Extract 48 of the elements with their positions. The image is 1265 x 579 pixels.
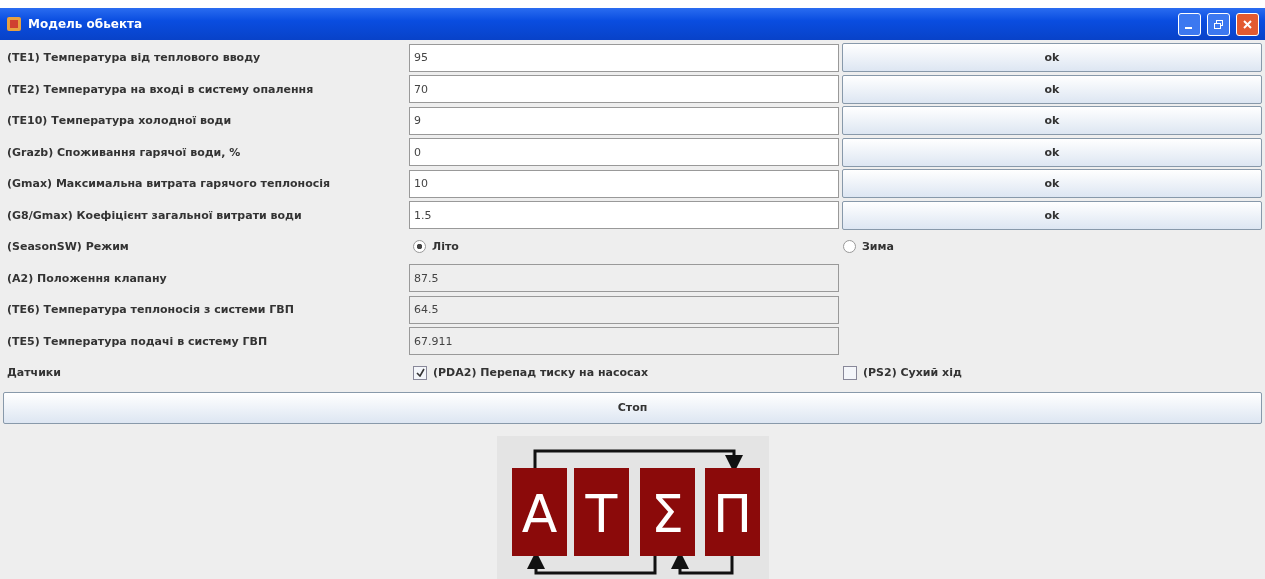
minimize-button[interactable] — [1178, 12, 1201, 36]
window-title: Модель обьекта — [28, 17, 144, 31]
input-field[interactable]: 1.5 — [409, 201, 839, 230]
restore-icon — [1213, 18, 1224, 30]
ok-button[interactable]: ok — [842, 169, 1262, 199]
checkbox-option[interactable]: (PDA2) Перепад тиску на насосах — [409, 365, 839, 380]
radio-option[interactable]: Зима — [839, 240, 1262, 254]
field-label: Датчики — [6, 366, 63, 380]
close-icon — [1242, 18, 1253, 30]
field-label: (TE2) Температура на вході в систему опалення — [6, 82, 315, 96]
logo-letter: П — [712, 483, 752, 544]
ok-button[interactable]: ok — [842, 200, 1262, 230]
readonly-field[interactable]: 64.5 — [409, 295, 839, 324]
checkbox[interactable] — [413, 365, 427, 380]
readonly-field[interactable]: 87.5 — [409, 264, 839, 293]
close-button[interactable] — [1236, 12, 1259, 36]
app-icon — [6, 16, 22, 32]
ok-button[interactable]: ok — [842, 106, 1262, 136]
field-label: (A2) Положення клапану — [6, 271, 168, 285]
field-label: (SeasonSW) Режим — [6, 240, 130, 254]
ok-button[interactable]: ok — [842, 137, 1262, 167]
logo-letter: Т — [585, 483, 617, 544]
minimize-icon — [1184, 27, 1192, 29]
radio-button[interactable] — [843, 240, 856, 254]
input-field[interactable]: 95 — [409, 43, 839, 72]
checkmark-icon — [415, 368, 425, 378]
input-field[interactable]: 10 — [409, 169, 839, 198]
field-label: (TE1) Температура від теплового вводу — [6, 51, 262, 65]
input-field[interactable]: 70 — [409, 75, 839, 104]
field-label: (TE5) Температура подачі в систему ГВП — [6, 334, 269, 348]
maximize-button[interactable] — [1207, 12, 1230, 36]
ok-button[interactable]: ok — [842, 74, 1262, 104]
field-label: (Grazb) Споживання гарячої води, % — [6, 145, 242, 159]
checkbox-option[interactable]: (PS2) Сухий хід — [839, 365, 1262, 380]
radio-button[interactable] — [413, 240, 426, 254]
field-label: (TE6) Температура теплоносія з системи ГВП — [6, 303, 295, 317]
input-field[interactable]: 0 — [409, 138, 839, 167]
radio-option[interactable]: Літо — [409, 240, 839, 254]
field-label: (Gmax) Максимальна витрата гарячого теплоносія — [6, 177, 332, 191]
ok-button[interactable]: ok — [842, 43, 1262, 73]
readonly-field[interactable]: 67.911 — [409, 327, 839, 356]
logo-letter: А — [521, 483, 557, 544]
logo-letter: Σ — [650, 483, 684, 544]
field-label: (TE10) Температура холодної води — [6, 114, 233, 128]
field-label: (G8/Gmax) Коефіцієнт загальної витрати води — [6, 208, 303, 222]
checkbox[interactable] — [843, 365, 857, 380]
input-field[interactable]: 9 — [409, 106, 839, 135]
stop-button[interactable]: Стоп — [3, 391, 1262, 424]
